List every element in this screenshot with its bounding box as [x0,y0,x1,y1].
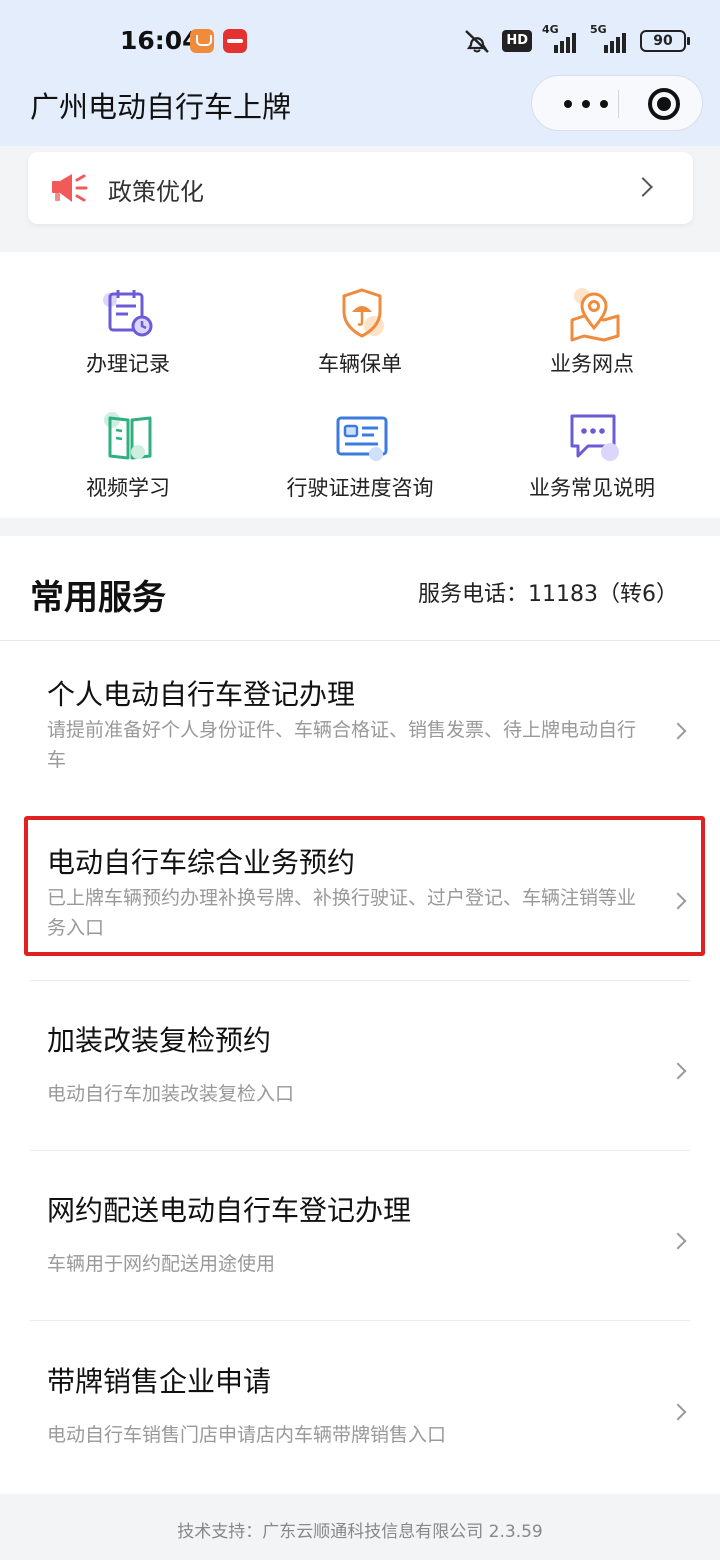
network-type-label: 4G [542,23,559,36]
service-item-modification-recheck[interactable]: 加装改装复检预约 电动自行车加装改装复检入口 [30,981,690,1151]
service-item-desc: 请提前准备好个人身份证件、车辆合格证、销售发票、待上牌电动自行车 [47,719,637,771]
divider [30,1320,690,1321]
service-item-title: 网约配送电动自行车登记办理 [47,1194,412,1227]
chevron-right-icon [669,722,687,740]
shield-umbrella-icon [342,288,384,338]
quick-action-license-progress[interactable]: 行驶证进度咨询 [240,376,480,500]
policy-label: 政策优化 [108,178,204,206]
status-bar: 16:04 HD 4G 5G 90 [0,0,720,80]
quick-action-faq[interactable]: 业务常见说明 [472,376,712,500]
common-services-section: 常用服务 服务电话：11183（转6） 个人电动自行车登记办理 请提前准备好个人… [0,536,720,1494]
megaphone-icon [52,174,88,202]
service-item-title: 电动自行车综合业务预约 [47,846,356,879]
quick-action-label: 业务常见说明 [529,476,655,500]
quick-action-label: 行驶证进度咨询 [286,476,434,500]
quick-action-video[interactable]: 视频学习 [8,376,248,500]
map-pin-icon [570,288,620,342]
service-item-dealer-application[interactable]: 带牌销售企业申请 电动自行车销售门店申请店内车辆带牌销售入口 [30,1322,690,1492]
service-item-personal-registration[interactable]: 个人电动自行车登记办理 请提前准备好个人身份证件、车辆合格证、销售发票、待上牌电… [30,641,690,811]
service-item-title: 个人电动自行车登记办理 [47,678,356,711]
service-item-title: 加装改装复检预约 [47,1024,272,1057]
chevron-right-icon [669,892,687,910]
service-item-delivery-registration[interactable]: 网约配送电动自行车登记办理 车辆用于网约配送用途使用 [30,1151,690,1321]
chat-bubble-icon [570,414,619,461]
shopping-notification-icon [223,29,247,53]
more-options-button[interactable] [554,76,618,132]
quick-action-records[interactable]: 办理记录 [8,252,248,376]
page-title: 广州电动自行车上牌 [30,90,292,124]
service-item-desc: 已上牌车辆预约办理补换号牌、补换行驶证、过户登记、车辆注销等业务入口 [47,887,637,939]
book-icon [104,412,152,460]
dot-icon [600,100,608,108]
close-miniprogram-button[interactable] [636,76,692,132]
quick-action-label: 业务网点 [550,352,634,376]
status-icons: HD 4G 5G 90 [462,23,690,56]
dot-icon [582,100,590,108]
hd-voice-icon: HD [502,30,532,52]
footer: 技术支持：广东云顺通科技信息有限公司 2.3.59 [0,1494,720,1560]
policy-banner[interactable]: 政策优化 [28,152,693,224]
chevron-right-icon [669,1232,687,1250]
miniprogram-capsule [531,75,703,131]
dot-icon [564,100,572,108]
quick-action-label: 车辆保单 [318,352,402,376]
service-item-desc: 电动自行车加装改装复检入口 [47,1083,295,1105]
id-card-icon [336,416,388,461]
service-item-desc: 车辆用于网约配送用途使用 [47,1253,276,1275]
quick-action-label: 视频学习 [86,476,170,500]
signal-5g-icon: 5G [590,23,630,53]
status-time: 16:04 [120,26,200,55]
taobao-notification-icon [190,29,214,53]
battery-icon: 90 [640,30,690,52]
quick-action-label: 办理记录 [86,352,170,376]
section-title: 常用服务 [30,578,166,618]
service-item-comprehensive-booking[interactable]: 电动自行车综合业务预约 已上牌车辆预约办理补换号牌、补换行驶证、过户登记、车辆注… [30,811,690,981]
capsule-divider [618,90,619,118]
chevron-right-icon [633,177,653,197]
service-item-title: 带牌销售企业申请 [47,1365,272,1398]
chevron-right-icon [669,1403,687,1421]
network-type-label: 5G [590,23,607,36]
target-dot-icon [657,97,671,111]
service-phone[interactable]: 服务电话：11183（转6） [418,576,678,608]
chevron-right-icon [669,1062,687,1080]
vibrate-mute-icon [465,30,490,53]
service-item-desc: 电动自行车销售门店申请店内车辆带牌销售入口 [47,1424,447,1446]
calendar-clock-icon [103,290,153,337]
quick-action-outlets[interactable]: 业务网点 [472,252,712,376]
quick-action-policy[interactable]: 车辆保单 [240,252,480,376]
app-header: 16:04 HD 4G 5G 90 广州电动自行车上牌 [0,0,720,146]
signal-4g-icon: 4G [542,23,580,53]
quick-actions-grid: 办理记录 车辆保单 业务网点 视频学习 行驶证进度咨询 业务常见说明 [0,252,720,518]
